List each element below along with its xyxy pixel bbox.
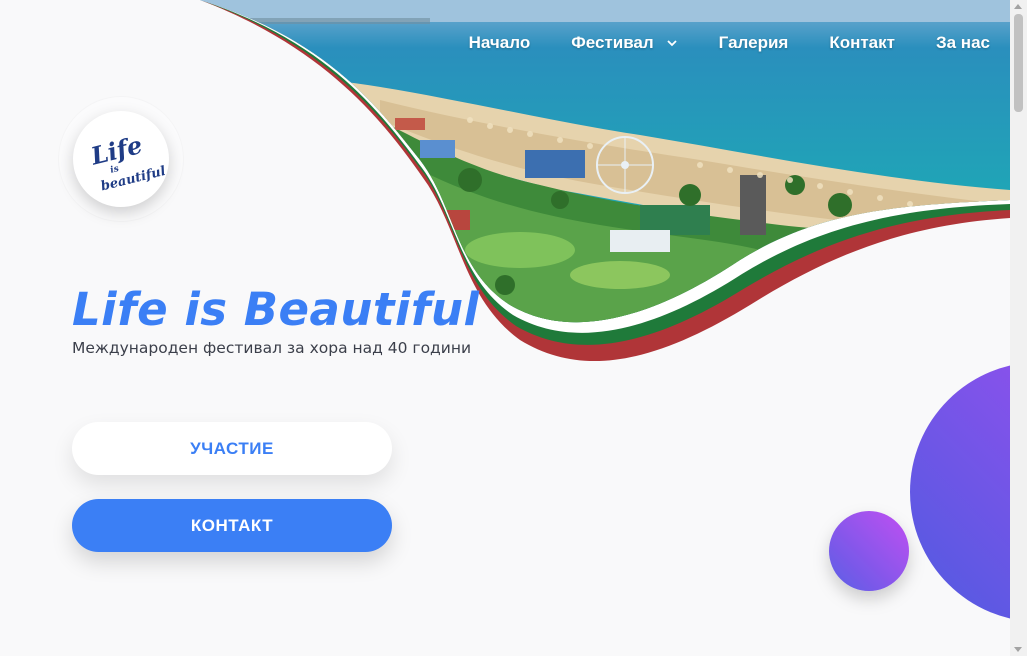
nav-item-home[interactable]: Начало <box>469 33 531 53</box>
nav-item-label: Начало <box>468 33 531 52</box>
decorative-bubble-small <box>829 511 909 591</box>
scrollbar-thumb[interactable] <box>1014 14 1023 112</box>
arrow-up-icon[interactable] <box>1014 4 1022 9</box>
logo-badge: Life is beautiful <box>73 111 169 207</box>
svg-text:is: is <box>109 164 120 176</box>
arrow-down-icon[interactable] <box>1014 647 1022 652</box>
nav-item-gallery[interactable]: Галерия <box>719 33 789 53</box>
nav-item-contact[interactable]: Контакт <box>829 33 895 53</box>
hero-subtitle: Международен фестивал за хора над 40 год… <box>72 339 472 357</box>
nav-item-label: Галерия <box>718 33 789 52</box>
decorative-bubble-large <box>910 365 1010 619</box>
participation-button[interactable]: УЧАСТИЕ <box>72 422 392 475</box>
nav-item-label: Фестивал <box>571 33 654 52</box>
main-navigation: Начало Фестивал Галерия Контакт За нас <box>469 31 990 55</box>
nav-item-label: За нас <box>935 33 990 52</box>
logo-mark: Life is beautiful <box>87 130 167 194</box>
contact-button[interactable]: КОНТАКТ <box>72 499 392 552</box>
nav-item-label: Контакт <box>829 33 895 52</box>
nav-item-about[interactable]: За нас <box>936 33 990 53</box>
vertical-scrollbar[interactable] <box>1010 0 1027 656</box>
nav-item-festival[interactable]: Фестивал <box>571 33 677 53</box>
hero-title: Life is Beautiful <box>72 283 480 336</box>
site-logo[interactable]: Life is beautiful <box>59 97 183 221</box>
chevron-down-icon <box>667 40 677 47</box>
